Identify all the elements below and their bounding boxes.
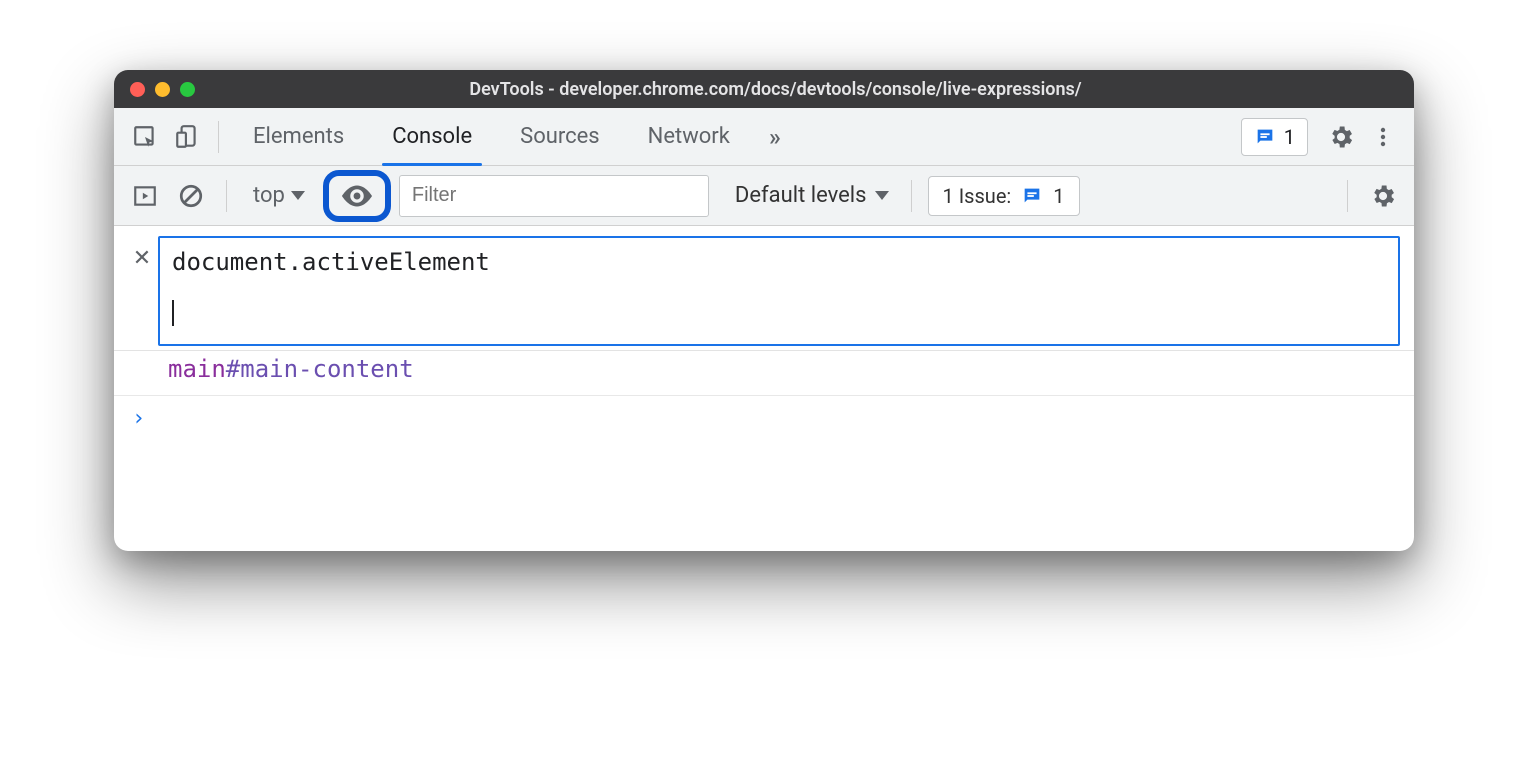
window-title: DevTools - developer.chrome.com/docs/dev…: [153, 79, 1398, 100]
log-levels-selector[interactable]: Default levels: [735, 183, 889, 208]
message-icon: [1254, 126, 1276, 148]
more-tabs-icon[interactable]: »: [756, 118, 794, 156]
live-expression-button[interactable]: [323, 170, 391, 222]
tab-elements[interactable]: Elements: [231, 108, 366, 165]
select-element-icon[interactable]: [126, 118, 164, 156]
clear-console-icon[interactable]: [172, 177, 210, 215]
console-toolbar: top Default levels 1 Issue: 1: [114, 166, 1414, 226]
device-toolbar-icon[interactable]: [168, 118, 206, 156]
divider: [911, 180, 912, 212]
levels-label: Default levels: [735, 183, 867, 208]
context-label: top: [253, 183, 285, 208]
eye-icon: [339, 178, 375, 214]
context-selector[interactable]: top: [243, 183, 315, 208]
live-expression-area: ✕ document.activeElement: [114, 226, 1414, 351]
live-expression-result[interactable]: main#main-content: [114, 351, 1414, 396]
chevron-down-icon: [291, 191, 305, 200]
tab-console[interactable]: Console: [370, 108, 494, 165]
issues-count: 1: [1053, 184, 1064, 208]
issues-chip[interactable]: 1 Issue: 1: [928, 176, 1080, 216]
divider: [226, 180, 227, 212]
devtools-window: DevTools - developer.chrome.com/docs/dev…: [114, 70, 1414, 551]
filter-input[interactable]: [399, 175, 709, 217]
chevron-down-icon: [875, 191, 889, 200]
tab-sources[interactable]: Sources: [498, 108, 622, 165]
kebab-menu-icon[interactable]: [1364, 118, 1402, 156]
settings-icon[interactable]: [1322, 118, 1360, 156]
prompt-chevron-icon: ›: [132, 406, 145, 431]
main-tabbar: Elements Console Sources Network » 1: [114, 108, 1414, 166]
close-window-button[interactable]: [130, 82, 145, 97]
result-tagname: main: [168, 355, 226, 383]
divider: [1347, 180, 1348, 212]
messages-count: 1: [1284, 125, 1295, 149]
console-settings-icon[interactable]: [1364, 177, 1402, 215]
result-id: #main-content: [226, 355, 414, 383]
tab-network[interactable]: Network: [626, 108, 752, 165]
console-prompt[interactable]: ›: [114, 396, 1414, 551]
live-expression-text: document.activeElement: [172, 248, 1386, 276]
close-icon[interactable]: ✕: [126, 242, 158, 274]
titlebar: DevTools - developer.chrome.com/docs/dev…: [114, 70, 1414, 108]
toggle-sidebar-icon[interactable]: [126, 177, 164, 215]
message-icon: [1021, 185, 1043, 207]
messages-chip[interactable]: 1: [1241, 118, 1308, 156]
divider: [218, 121, 219, 153]
live-expression-editor[interactable]: document.activeElement: [158, 236, 1400, 346]
issues-label: 1 Issue:: [943, 184, 1012, 208]
text-cursor: [172, 300, 174, 326]
